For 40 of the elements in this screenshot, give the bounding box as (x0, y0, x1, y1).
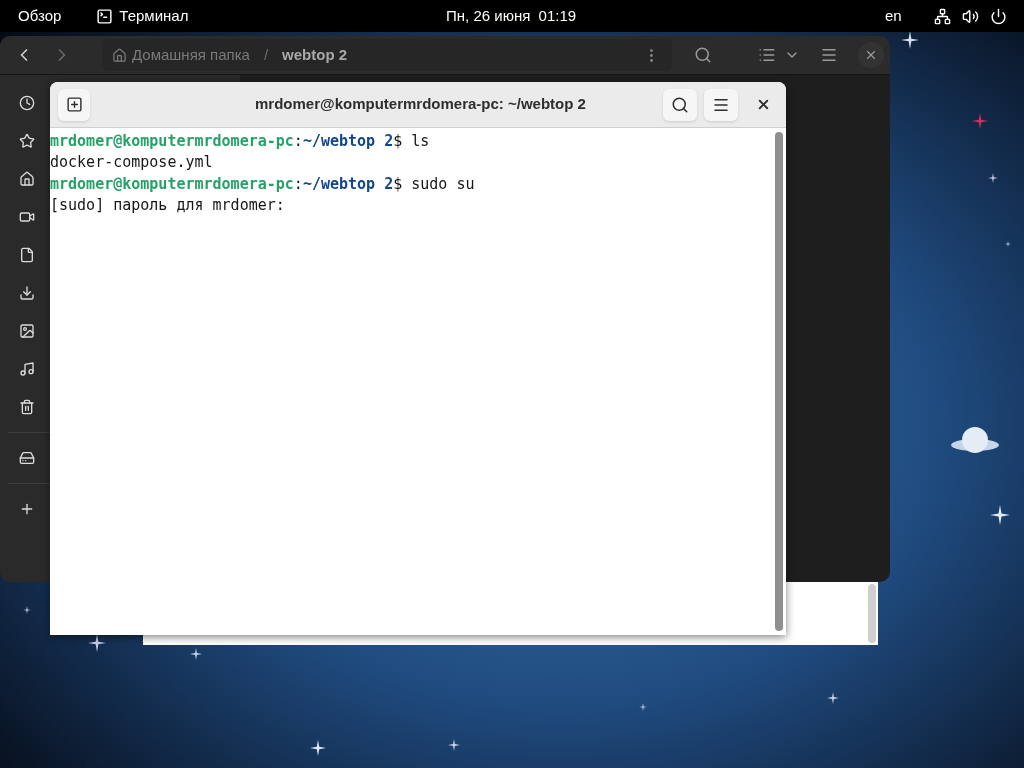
search-button[interactable] (663, 88, 697, 121)
app-menu[interactable]: Терминал (119, 4, 189, 28)
network-icon[interactable] (934, 7, 951, 25)
terminal-line: [sudo] пароль для mrdomer: (50, 194, 285, 216)
list-view-icon[interactable] (758, 46, 776, 64)
trash-icon[interactable] (19, 399, 35, 415)
power-icon[interactable] (990, 7, 1007, 25)
terminal-line: mrdomer@komputermrdomera-pc:~/webtop 2$ sudo su (50, 173, 475, 195)
home-icon[interactable] (19, 171, 35, 187)
terminal-line: mrdomer@komputermrdomera-pc:~/webtop 2$ ls (50, 131, 430, 152)
download-icon[interactable] (19, 285, 35, 301)
music-icon[interactable] (19, 361, 35, 377)
close-button[interactable] (858, 42, 884, 68)
search-icon (671, 95, 689, 114)
volume-icon[interactable] (962, 7, 979, 25)
breadcrumb-item[interactable]: webtop 2 (282, 43, 348, 67)
new-tab-button[interactable] (58, 88, 90, 121)
menu-icon[interactable] (820, 46, 838, 64)
star-icon[interactable] (19, 133, 35, 149)
clock-text[interactable]: Пн, 26 июня 01:19 (446, 4, 577, 28)
search-icon[interactable] (694, 46, 712, 64)
menu-button[interactable] (704, 88, 738, 121)
video-icon[interactable] (19, 209, 35, 225)
scrollbar[interactable] (775, 132, 783, 631)
path-separator: / (263, 44, 269, 65)
home-icon (112, 47, 127, 63)
window-title: mrdomer@komputermrdomera-pc: ~/webtop 2 (255, 94, 586, 115)
close-icon (864, 48, 878, 62)
plus-icon (65, 96, 83, 113)
drive-icon[interactable] (19, 450, 35, 466)
scrollbar[interactable] (868, 584, 876, 643)
plus-icon[interactable] (19, 501, 35, 517)
terminal-line: docker-compose.yml (50, 152, 213, 174)
keyboard-layout[interactable]: en (885, 4, 902, 28)
document-icon[interactable] (19, 247, 35, 263)
image-icon[interactable] (19, 323, 35, 339)
terminal-icon (96, 7, 114, 25)
activities-button[interactable]: Обзор (18, 4, 62, 28)
breadcrumb-item[interactable]: Домашняя папка (132, 43, 250, 67)
clock-icon[interactable] (19, 95, 35, 111)
